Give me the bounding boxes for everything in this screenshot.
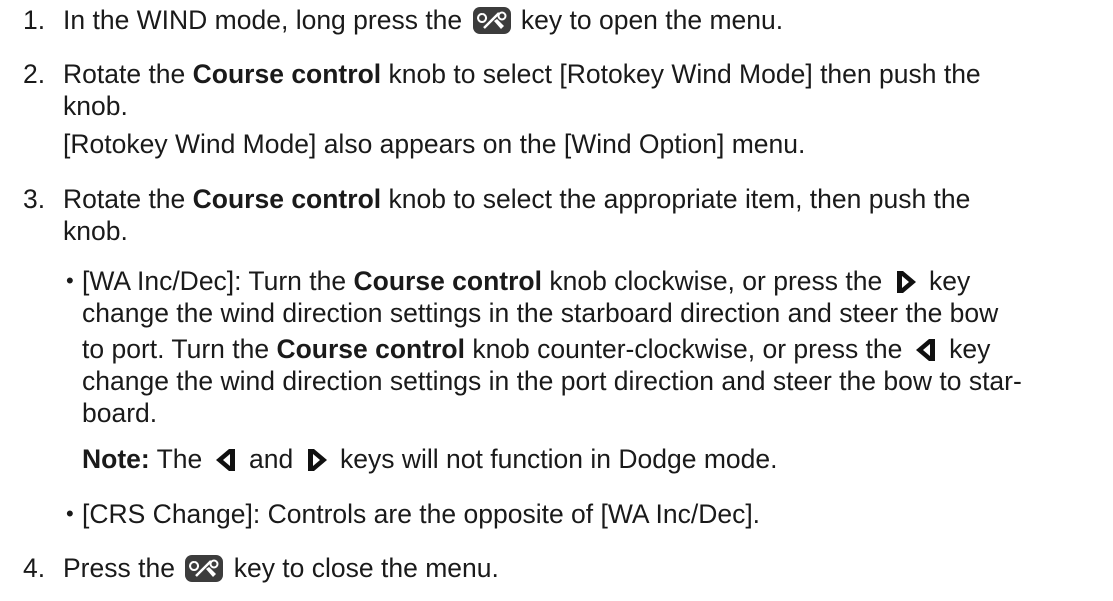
bullet-wa-l3-c: key (949, 334, 991, 364)
step-2-bold: Course control (192, 59, 382, 89)
step-2-text-a: Rotate the (63, 59, 186, 89)
step-1-line: In the WIND mode, long press the key to … (63, 4, 783, 36)
bullet-wa-l3-a: to port. Turn the (82, 334, 270, 364)
bullet-wa-l3-b: knob counter-clockwise, or press the (472, 334, 903, 364)
step-3-text-b: knob to select the appropriate item, the… (388, 184, 971, 214)
bullet-wa-line-5: board. (82, 398, 158, 428)
bullet-crs-marker: • (66, 501, 74, 526)
note-text-a: The (156, 444, 203, 474)
step-2-number: 2. (23, 59, 46, 89)
note-text-c: keys will not function in Dodge mode. (340, 444, 778, 474)
bullet-wa-l1-c: key (928, 266, 971, 296)
step-1-text-a: In the WIND mode, long press the (63, 5, 463, 35)
step-1-text-b: key to open the menu. (520, 5, 784, 35)
step-1-number: 1. (23, 5, 46, 35)
step-2-line-1: Rotate the Course control knob to select… (63, 58, 981, 90)
bullet-wa-line-4: change the wind direction settings in th… (82, 366, 1022, 396)
left-arrow-key-icon (214, 447, 238, 480)
bullet-wa-l1-bold: Course control (353, 266, 542, 296)
bullet-wa-line-2: change the wind direction settings in th… (82, 298, 999, 328)
instruction-page: 1. In the WIND mode, long press the key … (0, 0, 1113, 601)
step-3-line-1: Rotate the Course control knob to select… (63, 183, 970, 215)
bullet-wa-l1-a: [WA Inc/Dec]: Turn the (82, 266, 347, 296)
step-4-line: Press the key to close the menu. (63, 552, 499, 584)
step-3-number: 3. (23, 184, 46, 214)
step-2-text-d: [Rotokey Wind Mode] also appears on the … (63, 129, 806, 159)
step-3-text-a: Rotate the (63, 184, 186, 214)
menu-settings-key-icon (472, 7, 511, 34)
step-3-text-c: knob. (63, 216, 128, 246)
bullet-wa-marker: • (66, 268, 74, 293)
menu-settings-key-icon (185, 555, 224, 582)
note-text-b: and (249, 444, 294, 474)
step-2-text-b: knob to select [Rotokey Wind Mode] then … (388, 59, 981, 89)
bullet-wa-l1-b: knob clockwise, or press the (549, 266, 883, 296)
right-arrow-key-icon (305, 447, 329, 480)
step-4-text-a: Press the (63, 553, 175, 583)
step-3-bold: Course control (192, 184, 382, 214)
note-line: Note: The and keys will not function in … (82, 443, 777, 480)
step-2-text-c: knob. (63, 91, 128, 121)
step-4-number: 4. (23, 553, 46, 583)
bullet-crs-line: [CRS Change]: Controls are the opposite … (82, 499, 761, 529)
step-4-text-b: key to close the menu. (233, 553, 499, 583)
note-label: Note: (82, 444, 150, 474)
bullet-wa-l3-bold: Course control (276, 334, 465, 364)
